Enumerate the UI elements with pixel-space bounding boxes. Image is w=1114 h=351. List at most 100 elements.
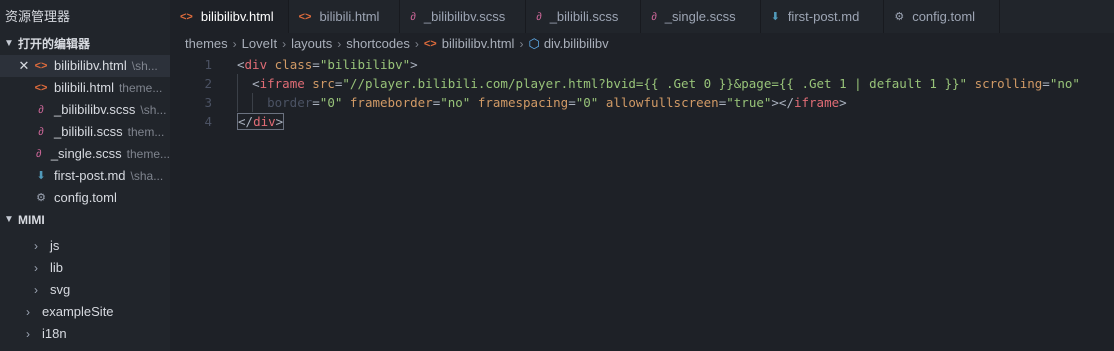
chevron-down-icon: ▼ (4, 214, 14, 225)
open-editor-path: theme... (126, 147, 170, 161)
folder-label: js (50, 238, 60, 253)
code-token: </ (238, 114, 254, 129)
code-token: iframe (259, 76, 305, 91)
breadcrumb-item[interactable]: shortcodes (346, 33, 410, 55)
folder-label: svg (50, 282, 71, 297)
chevron-right-icon: › (26, 305, 30, 319)
html-icon: <> (423, 38, 437, 50)
code-token: "0" (319, 95, 343, 110)
code-editor[interactable]: 1 <div class="bilibilibv"> 2 <iframe src… (170, 55, 1114, 351)
code-text: <iframe src = "//player.bilibili.com/playe… (212, 74, 1080, 93)
line-number: 2 (204, 76, 212, 91)
tree-folder[interactable]: › exampleSite (0, 301, 170, 323)
scss-icon: ∂ (651, 10, 657, 23)
code-line: 2 <iframe src = "//player.bilibili.com/pla… (170, 74, 1114, 93)
code-token: div (253, 114, 276, 129)
open-editor-item[interactable]: ∂ _bilibili.scss them... (0, 121, 170, 143)
markdown-icon: ⬇ (36, 170, 46, 182)
code-token: iframe (793, 95, 840, 110)
tab-label: bilibilibv.html (200, 9, 274, 24)
project-header[interactable]: ▼ MIMI (0, 209, 170, 231)
folder-label: lib (50, 260, 64, 275)
open-editor-item[interactable]: ✕ <> bilibilibv.html \sh... (0, 55, 170, 77)
code-token: framespacing (477, 95, 569, 110)
html-icon: <> (34, 60, 48, 72)
open-editors-header[interactable]: ▼ 打开的编辑器 (0, 33, 170, 55)
code-token: scrolling (974, 76, 1043, 91)
indent-guide (237, 93, 238, 112)
chevron-right-icon: › (34, 261, 38, 275)
open-editor-name: bilibili.html (54, 80, 114, 95)
code-token: border (267, 95, 313, 110)
tree-folder[interactable]: › svg (0, 279, 170, 301)
tab-label: bilibili.html (319, 9, 380, 24)
breadcrumb-item[interactable]: layouts (291, 33, 332, 55)
code-token: "0" (575, 95, 599, 110)
tab-config-toml[interactable]: ⚙ config.toml (884, 0, 1001, 33)
tab-label: _single.scss (664, 9, 736, 24)
line-number: 3 (204, 95, 212, 110)
breadcrumb-separator: › (519, 37, 524, 51)
breadcrumb-separator: › (282, 37, 287, 51)
open-editor-path: \sh... (131, 59, 158, 73)
code-token: = (1042, 76, 1050, 91)
code-token: ></ (771, 95, 794, 110)
folder-label: exampleSite (42, 304, 114, 319)
tab-single-scss[interactable]: ∂ _single.scss (641, 0, 761, 33)
symbol-icon: ⬡ (528, 36, 540, 51)
tree-folder[interactable]: › js (0, 235, 170, 257)
gear-icon: ⚙ (894, 11, 905, 23)
breadcrumb-symbol[interactable]: div.bilibilibv (544, 33, 609, 55)
tab-bilibili-scss[interactable]: ∂ _bilibili.scss (526, 0, 642, 33)
code-token: < (252, 76, 260, 91)
tab-first-post-md[interactable]: ⬇ first-post.md (761, 0, 885, 33)
open-editor-item[interactable]: <> bilibili.html theme... (0, 77, 170, 99)
line-number: 1 (204, 57, 212, 72)
explorer-title: 资源管理器 (5, 9, 71, 24)
scss-icon: ∂ (536, 10, 542, 23)
breadcrumb: themes › LoveIt › layouts › shortcodes ›… (170, 33, 1114, 55)
tab-bilibilibv-scss[interactable]: ∂ _bilibilibv.scss (400, 0, 527, 33)
breadcrumb-file[interactable]: bilibilibv.html (442, 33, 515, 55)
open-editor-path: \sha... (130, 169, 164, 183)
indent-guide (237, 74, 238, 93)
code-token: allowfullscreen (605, 95, 719, 110)
open-editor-item[interactable]: ∂ _single.scss theme... (0, 143, 170, 165)
bracket-match-highlight: </div> (237, 113, 285, 130)
open-editor-item[interactable]: ⚙ config.toml (0, 187, 170, 209)
open-editor-name: _bilibilibv.scss (54, 102, 136, 117)
close-icon[interactable]: ✕ (16, 55, 32, 77)
breadcrumb-item[interactable]: themes (185, 33, 228, 55)
code-token: > (839, 95, 847, 110)
open-editor-name: bilibilibv.html (54, 58, 127, 73)
open-editor-path: theme... (118, 81, 163, 95)
tree-folder[interactable]: › lib (0, 257, 170, 279)
code-text: border="0" frameborder="no" framespacing… (212, 93, 847, 112)
tab-bilibilibv-html[interactable]: <> bilibilibv.html (170, 0, 289, 33)
scss-icon: ∂ (35, 148, 42, 160)
open-editors-label: 打开的编辑器 (18, 37, 91, 51)
markdown-icon: ⬇ (770, 11, 780, 23)
open-editor-path: them... (127, 125, 165, 139)
code-token: "//player.bilibili.com/player.html?bvid=… (342, 76, 968, 91)
chevron-down-icon: ▼ (4, 38, 14, 49)
explorer-sidebar: 资源管理器 ▼ 打开的编辑器 ✕ <> bilibilibv.html \sh.… (0, 0, 170, 351)
tree-folder[interactable]: › i18n (0, 323, 170, 345)
project-label: MIMI (18, 213, 45, 227)
breadcrumb-item[interactable]: LoveIt (242, 33, 277, 55)
code-token: src (312, 76, 335, 91)
scss-icon: ∂ (410, 10, 416, 23)
code-token: "true" (726, 95, 772, 110)
code-token: "bilibilibv" (319, 57, 411, 72)
html-icon: <> (298, 10, 312, 23)
code-text: <div class="bilibilibv"> (212, 55, 418, 74)
scss-icon: ∂ (38, 126, 44, 138)
open-editor-name: config.toml (54, 190, 117, 205)
line-number: 4 (204, 114, 212, 129)
tab-bilibili-html[interactable]: <> bilibili.html (289, 0, 401, 33)
scss-icon: ∂ (38, 104, 44, 116)
open-editor-item[interactable]: ⬇ first-post.md \sha... (0, 165, 170, 187)
open-editor-item[interactable]: ∂ _bilibilibv.scss \sh... (0, 99, 170, 121)
code-token: frameborder (349, 95, 433, 110)
open-editor-name: _single.scss (50, 146, 122, 161)
